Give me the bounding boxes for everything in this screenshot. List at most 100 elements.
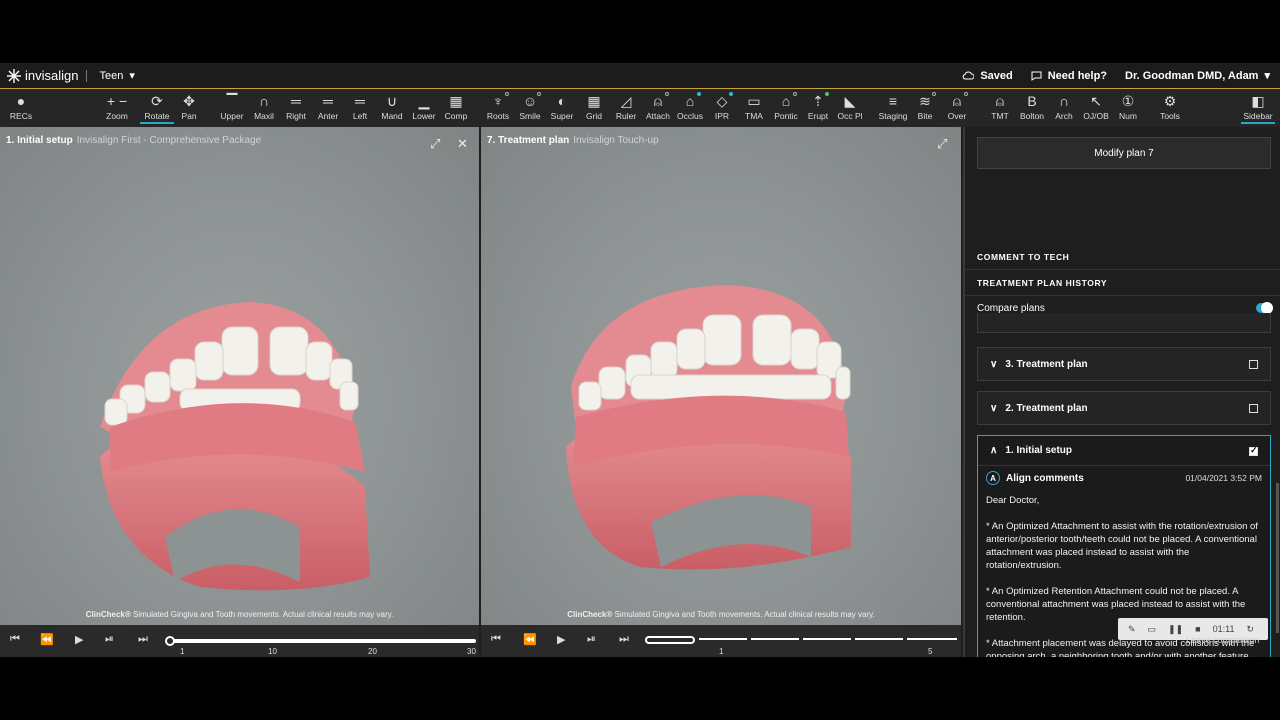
play-icon[interactable]: ▶ [557,633,565,646]
toolbar-tmt-button[interactable]: ⍝ TMT [983,92,1017,122]
modify-plan-button[interactable]: Modify plan 7 [977,137,1271,169]
toolbar-comp-button[interactable]: ▦ Comp [439,92,473,122]
toolbar-label: Attach [645,111,671,121]
plan-type-dropdown[interactable]: Teen ▾ [99,69,134,83]
plan-card-2[interactable]: ∨ 2. Treatment plan [977,391,1271,425]
plan-card-header[interactable]: ∧ 1. Initial setup [978,436,1270,466]
toolbar-attach-button[interactable]: ⍝ Attach [641,92,675,121]
toolbar-maxil-button[interactable]: ∩ Maxil [247,92,281,121]
toolbar-label: Staging [878,111,908,121]
plan-type-label: Teen [99,69,124,82]
toolbar-mand-button[interactable]: ∪ Mand [375,92,409,122]
toolbar-recs-button[interactable]: ● RECs [4,92,38,121]
toolbar-rotate-button[interactable]: ⟳ Rotate [140,92,174,124]
step-forward-icon[interactable]: ⏯ [587,633,596,646]
toolbar-tools-button[interactable]: ⚙ Tools [1153,92,1187,122]
status-dot [825,92,829,96]
toolbar-ruler-button[interactable]: ◿ Ruler [609,92,643,122]
toolbar-bite-button[interactable]: ≋ Bite [908,92,942,121]
chevron-down-icon: ∨ [990,402,998,414]
ojob-icon: ↖ [1090,92,1102,109]
sidebar-icon: ◧ [1251,92,1265,109]
play-icon[interactable]: ▶ [75,633,83,646]
toolbar-roots-button[interactable]: ♆ Roots [481,92,515,121]
toolbar-sidebar-button[interactable]: ◧ Sidebar [1241,92,1275,124]
stage-segment[interactable] [855,638,903,640]
plan-checkbox[interactable] [1249,445,1258,456]
leave-comparison-button[interactable]: Leave comparison [1186,635,1260,645]
stage-segment[interactable] [699,638,747,640]
plan-checkbox[interactable] [1249,360,1258,369]
toolbar-label: Upper [220,111,244,121]
help-button[interactable]: Need help? [1031,70,1107,82]
toolbar-ojob-button[interactable]: ↖ OJ/OB [1079,92,1113,122]
toolbar-ipr-button[interactable]: ◇ IPR [705,92,739,121]
stop-icon[interactable]: ■ [1195,624,1200,634]
compare-plans-toggle[interactable] [1256,302,1273,314]
skip-end-icon[interactable]: ⏭ [138,633,148,646]
toolbar-erupt-button[interactable]: ⇡ Erupt [801,92,835,121]
plan-card-label: 3. Treatment plan [1005,358,1088,370]
step-back-icon[interactable]: ⏪ [523,633,537,646]
stage-segment[interactable] [907,638,957,640]
chevron-down-icon: ▾ [1264,70,1270,82]
toolbar-label: Roots [486,111,510,121]
pen-icon[interactable]: ✎ [1128,624,1136,635]
right-icon: ═ [291,93,301,109]
toolbar-pan-button[interactable]: ✥ Pan [172,92,206,122]
comment-to-tech-header[interactable]: COMMENT TO TECH [965,244,1280,270]
toolbar-bolton-button[interactable]: B Bolton [1015,92,1049,121]
status-dot [964,92,968,96]
step-back-icon[interactable]: ⏪ [40,633,54,646]
tooth-icon: ⍝ [995,92,1005,109]
refresh-icon[interactable]: ↻ [1246,624,1254,635]
stage-segment[interactable] [645,636,695,644]
scrollbar[interactable] [1276,483,1279,633]
toolbar-upper-button[interactable]: ▔ Upper [215,92,249,122]
plan-card-3[interactable]: ∨ 3. Treatment plan [977,347,1271,381]
brand-logo[interactable]: invisalign [7,68,78,83]
stage-segment[interactable] [803,638,851,640]
rotate-icon: ⟳ [151,92,163,109]
roots-icon: ♆ [492,93,504,109]
toolbar-label: Lower [412,111,436,121]
toolbar-left-button[interactable]: ═ Left [343,92,377,121]
toolbar-arch-button[interactable]: ∩ Arch [1047,92,1081,121]
toolbar-label: Arch [1055,111,1073,121]
toolbar-pontic-button[interactable]: ⌂ Pontic [769,92,803,121]
note-icon[interactable]: ▭ [1148,624,1157,635]
toolbar-label: Anter [317,111,339,121]
toolbar-over-button[interactable]: ⍝ Over [940,92,974,121]
slider-handle[interactable] [165,636,175,646]
triangle-icon: ◣ [844,92,856,109]
viewport-initial-setup[interactable]: 1. Initial setup Invisalign First - Compr… [0,127,479,625]
super-icon: ◐ [557,93,567,109]
plan-card-partial[interactable] [977,313,1271,333]
step-forward-icon[interactable]: ⏯ [105,633,114,646]
toolbar-lower-button[interactable]: ▁ Lower [407,92,441,122]
toolbar-staging-button[interactable]: ≡ Staging [876,92,910,121]
toolbar-tma-button[interactable]: ▭ TMA [737,92,771,122]
stage-slider[interactable] [165,636,476,646]
toolbar-zoom-button[interactable]: + − Zoom [100,92,134,121]
plan-card-label: 1. Initial setup [1005,445,1073,456]
skip-start-icon[interactable]: ⏮ [10,633,20,646]
toolbar-smile-button[interactable]: ☺ Smile [513,92,547,121]
pause-icon[interactable]: ❚❚ [1168,624,1183,635]
doctor-menu[interactable]: Dr. Goodman DMD, Adam ▾ [1125,69,1270,83]
treatment-plan-history-header[interactable]: TREATMENT PLAN HISTORY [965,270,1280,296]
compare-plans-label: Compare plans [977,302,1045,314]
toolbar-occpl-button[interactable]: ◣ Occ Pl [833,92,867,122]
skip-end-icon[interactable]: ⏭ [619,633,629,646]
toolbar-num-button[interactable]: ① Num [1111,92,1145,122]
viewport-treatment-plan[interactable]: 7. Treatment planInvisalign Touch-up ⤢ [481,127,961,625]
skip-start-icon[interactable]: ⏮ [491,633,501,646]
toolbar-anter-button[interactable]: ═ Anter [311,92,345,121]
plan-checkbox[interactable] [1249,404,1258,413]
toolbar-label: Pontic [774,111,798,121]
stage-segment[interactable] [751,638,799,640]
toolbar-right-button[interactable]: ═ Right [279,92,313,121]
toolbar-grid-button[interactable]: ▦ Grid [577,92,611,122]
toolbar-super-button[interactable]: ◐ Super [545,92,579,121]
toolbar-occlus-button[interactable]: ⌂ Occlus [673,92,707,121]
